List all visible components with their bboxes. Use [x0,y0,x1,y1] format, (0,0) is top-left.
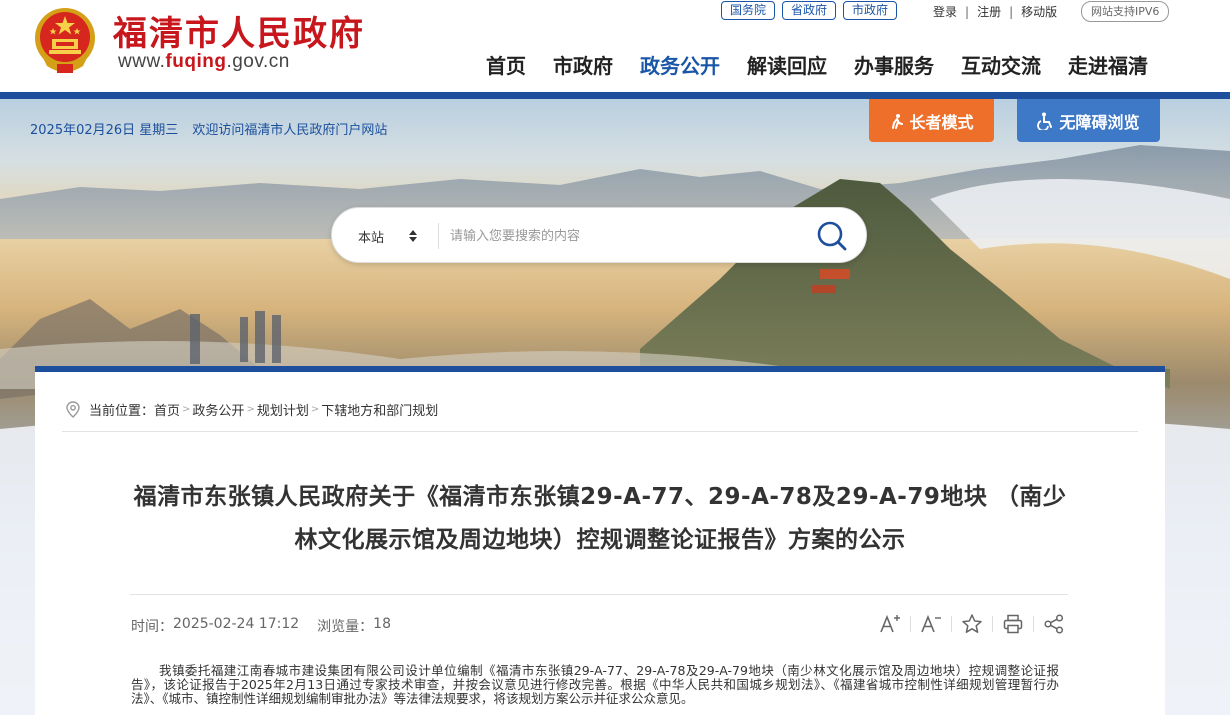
nav-city-gov[interactable]: 市政府 [553,50,613,79]
search-divider [438,223,439,249]
elder-mode-label: 长者模式 [909,112,974,132]
link-city-gov[interactable]: 市政府 [843,1,898,20]
site-header: 福清市人民政府 www.fuqing.gov.cn 国务院 省政府 市政府 登录… [0,0,1230,92]
nav-services[interactable]: 办事服务 [854,50,934,79]
welcome-text: 欢迎访问福清市人民政府门户网站 [192,123,388,138]
mobile-link[interactable]: 移动版 [1021,3,1057,20]
date-line: 2025年02月26日 星期三 欢迎访问福清市人民政府门户网站 [30,119,387,138]
search-input[interactable] [450,222,800,250]
header-divider [0,92,1230,99]
domain-suffix: .gov.cn [226,51,290,72]
nav-interaction[interactable]: 互动交流 [961,50,1041,79]
view-count: 18 [373,616,391,632]
elder-mode-button[interactable]: 长者模式 [869,99,994,142]
separator: | [965,4,970,19]
accessibility-button[interactable]: 无障碍浏览 [1017,99,1160,142]
breadcrumb-sub-planning[interactable]: 下辖地方和部门规划 [321,400,438,419]
main-nav: 首页 市政府 政务公开 解读回应 办事服务 互动交流 走进福清 [486,50,1148,79]
tool-separator [951,616,952,632]
gov-links: 国务院 省政府 市政府 [721,1,898,20]
breadcrumb-planning[interactable]: 规划计划 [257,400,309,419]
article-tools [878,612,1066,636]
breadcrumb: 当前位置： 首页 > 政务公开 > 规划计划 > 下辖地方和部门规划 [65,400,438,419]
elder-icon [892,113,904,129]
breadcrumb-separator: > [310,404,320,415]
font-decrease-icon[interactable] [919,612,943,636]
ipv6-badge: 网站支持IPV6 [1081,1,1170,22]
link-province-gov[interactable]: 省政府 [782,1,837,20]
nav-gov-affairs[interactable]: 政务公开 [640,50,720,79]
search-scope-select[interactable]: 本站 [358,227,384,246]
star-icon[interactable] [960,612,984,636]
site-name: 福清市人民政府 [113,14,365,54]
publish-time: 2025-02-24 17:12 [173,616,300,632]
separator: | [1009,4,1014,19]
tool-separator [910,616,911,632]
divider [130,594,1068,595]
search-icon[interactable] [814,218,850,254]
article-meta: 时间： 2025-02-24 17:12 浏览量： 18 [131,616,391,636]
divider [62,431,1138,432]
tool-separator [992,616,993,632]
search-box: 本站 [331,207,867,263]
font-increase-icon[interactable] [878,612,902,636]
current-date: 2025年02月26日 星期三 [30,123,179,138]
accessibility-label: 无障碍浏览 [1059,112,1140,132]
time-label: 时间： [131,619,173,635]
breadcrumb-label: 当前位置： [89,404,155,419]
views-label: 浏览量： [317,619,374,635]
national-emblem-icon [35,8,95,73]
site-domain: www.fuqing.gov.cn [118,51,290,73]
sort-arrows-icon[interactable] [408,228,418,244]
tool-separator [1033,616,1034,632]
breadcrumb-home[interactable]: 首页 [154,400,180,419]
breadcrumb-gov-affairs[interactable]: 政务公开 [192,400,244,419]
nav-about-fuqing[interactable]: 走进福清 [1068,50,1148,79]
share-icon[interactable] [1042,612,1066,636]
link-state-council[interactable]: 国务院 [721,1,776,20]
breadcrumb-separator: > [182,404,191,415]
domain-prefix: www. [118,51,166,72]
user-links: 登录 | 注册 | 移动版 [933,3,1057,20]
nav-interpretation[interactable]: 解读回应 [747,50,827,79]
domain-accent: fuqing [165,51,227,72]
location-pin-icon [66,400,80,418]
article-title: 福清市东张镇人民政府关于《福清市东张镇29-A-77、29-A-78及29-A-… [133,484,1067,553]
login-link[interactable]: 登录 [933,3,957,20]
article-body: 我镇委托福建江南春城市建设集团有限公司设计单位编制《福清市东张镇29-A-77、… [131,663,1059,706]
print-icon[interactable] [1001,612,1025,636]
nav-home[interactable]: 首页 [486,50,526,79]
breadcrumb-separator: > [246,404,255,415]
article-panel: 当前位置： 首页 > 政务公开 > 规划计划 > 下辖地方和部门规划 福清市东张… [35,366,1165,715]
register-link[interactable]: 注册 [977,3,1001,20]
wheelchair-icon [1037,112,1053,130]
